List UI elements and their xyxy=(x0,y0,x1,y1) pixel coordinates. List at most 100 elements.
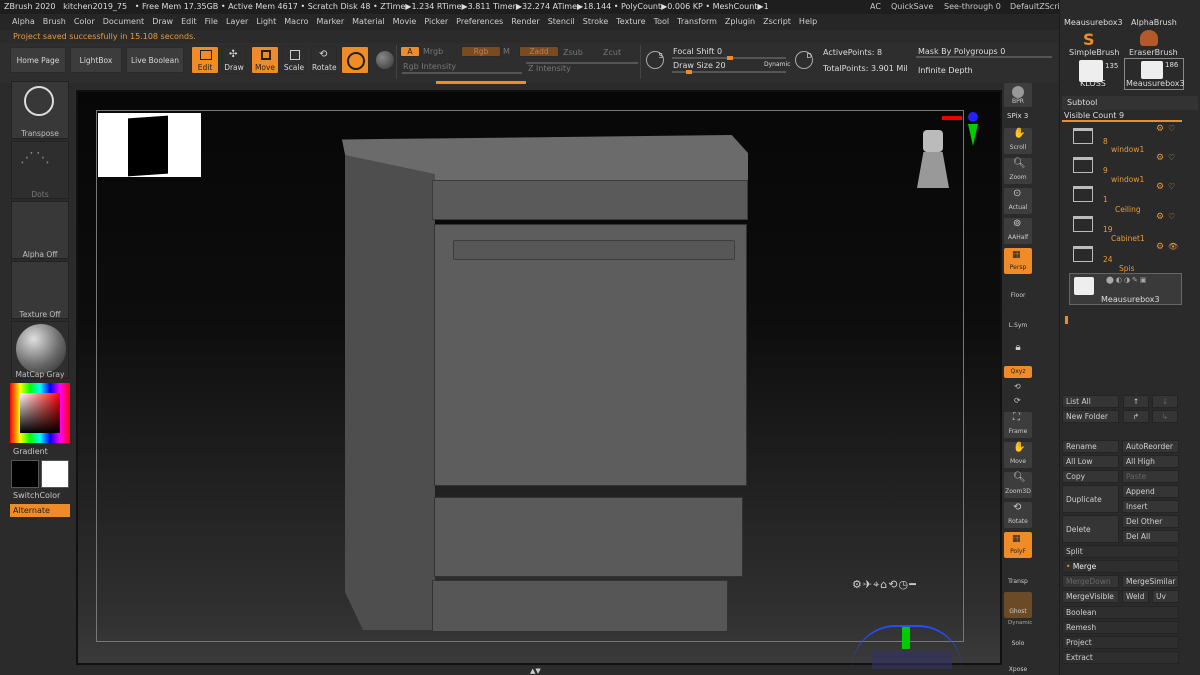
duplicate-button[interactable]: Duplicate xyxy=(1062,485,1119,513)
current-tool-label[interactable]: Meausurebox3 xyxy=(1064,18,1123,27)
zoom3d-button[interactable]: 🔍︎ Zoom3D xyxy=(1004,472,1032,498)
merge-header[interactable]: • Merge xyxy=(1062,560,1179,573)
menu-item[interactable]: Document xyxy=(103,17,144,26)
menu-item[interactable]: Picker xyxy=(424,17,448,26)
subtool-name[interactable]: Spis xyxy=(1119,264,1135,273)
draw-button[interactable]: ✣ Draw xyxy=(222,46,246,74)
xpose-button[interactable]: Xpose xyxy=(1004,655,1032,675)
secondary-color-swatch[interactable] xyxy=(41,460,69,488)
menu-item[interactable]: Texture xyxy=(616,17,645,26)
floor-button[interactable]: Floor xyxy=(1004,280,1032,306)
menu-item[interactable]: Preferences xyxy=(456,17,503,26)
eraserbrush-label[interactable]: EraserBrush xyxy=(1129,48,1178,57)
menu-item[interactable]: Movie xyxy=(393,17,417,26)
remesh-header[interactable]: Remesh xyxy=(1062,621,1179,634)
mergedown-button[interactable]: MergeDown xyxy=(1062,575,1119,588)
all-high-button[interactable]: All High xyxy=(1122,455,1179,468)
quicksave-button[interactable]: QuickSave xyxy=(891,0,933,14)
menu-item[interactable]: Material xyxy=(352,17,385,26)
m-button[interactable]: M xyxy=(503,47,510,56)
menu-item[interactable]: Alpha xyxy=(12,17,35,26)
subtool-toggles-icon[interactable]: ⬤◐◑✎▣ xyxy=(1106,276,1149,284)
alternate-button[interactable]: Alternate xyxy=(10,504,70,517)
menu-item[interactable]: Render xyxy=(511,17,539,26)
color-square[interactable] xyxy=(20,393,60,433)
draw-size-track[interactable] xyxy=(672,70,786,74)
persp-button[interactable]: ▦ Persp xyxy=(1004,248,1032,274)
zsub-button[interactable]: Zsub xyxy=(563,48,583,57)
menu-item[interactable]: Light xyxy=(256,17,276,26)
folder-icon[interactable] xyxy=(1073,246,1093,262)
gizmo-button[interactable] xyxy=(341,46,369,74)
all-low-button[interactable]: All Low xyxy=(1062,455,1119,468)
menu-item[interactable]: Stencil xyxy=(548,17,575,26)
folder-icon[interactable] xyxy=(1073,216,1093,232)
meausurebox3-tile[interactable]: 186 Meausurebox3 xyxy=(1124,58,1185,90)
lightbox-button[interactable]: LightBox xyxy=(70,47,122,73)
menu-item[interactable]: Color xyxy=(74,17,95,26)
d-button[interactable]: D xyxy=(795,51,813,69)
z-intensity-slider[interactable]: Z Intensity xyxy=(528,64,571,73)
s-button[interactable]: S xyxy=(646,51,664,69)
sphere-icon[interactable] xyxy=(376,51,394,69)
menu-item[interactable]: Brush xyxy=(43,17,66,26)
mergevisible-button[interactable]: MergeVisible xyxy=(1062,590,1119,603)
rotate-y-icon[interactable]: ⟲ xyxy=(1014,382,1021,391)
subtool-name[interactable]: Cabinet1 xyxy=(1111,234,1145,243)
append-button[interactable]: Append xyxy=(1122,485,1179,498)
actual-button[interactable]: ⊙ Actual xyxy=(1004,188,1032,214)
copy-button[interactable]: Copy xyxy=(1062,470,1119,483)
focal-shift-thumb[interactable] xyxy=(727,56,733,60)
menu-item[interactable]: Stroke xyxy=(583,17,609,26)
extract-header[interactable]: Extract xyxy=(1062,651,1179,664)
home-page-button[interactable]: Home Page xyxy=(10,47,66,73)
zadd-button[interactable]: Zadd xyxy=(519,46,559,57)
gizmo-tools-icons[interactable]: ⚙✈⌖⌂⟲◷━ xyxy=(852,578,917,592)
dynamic-label[interactable]: Dynamic xyxy=(1008,620,1032,626)
dynamic-toggle[interactable]: Dynamic xyxy=(764,61,790,68)
menu-item[interactable]: Layer xyxy=(226,17,248,26)
rotate-view-button[interactable]: ⟲ Rotate xyxy=(1004,502,1032,528)
gear-icon[interactable]: ⚙ xyxy=(1156,182,1164,192)
spix-slider[interactable]: SPix 3 xyxy=(1007,112,1028,120)
rename-button[interactable]: Rename xyxy=(1062,440,1119,453)
ac-button[interactable]: AC xyxy=(870,0,881,14)
move-up-icon[interactable]: ↱ xyxy=(1123,410,1149,423)
uv-button[interactable]: Uv xyxy=(1152,590,1179,603)
live-boolean-button[interactable]: Live Boolean xyxy=(126,47,184,73)
bpr-button[interactable]: BPR xyxy=(1004,83,1032,107)
del-other-button[interactable]: Del Other xyxy=(1122,515,1179,528)
mergesimilar-button[interactable]: MergeSimilar xyxy=(1122,575,1179,588)
zcut-button[interactable]: Zcut xyxy=(603,48,621,57)
project-header[interactable]: Project xyxy=(1062,636,1179,649)
aahalf-button[interactable]: ⊚ AAHalf xyxy=(1004,218,1032,244)
boolean-header[interactable]: Boolean xyxy=(1062,606,1179,619)
primary-color-swatch[interactable] xyxy=(11,460,39,488)
folder-icon[interactable] xyxy=(1073,157,1093,173)
menu-item[interactable]: Tool xyxy=(654,17,670,26)
navigator-thumbnail[interactable] xyxy=(98,113,201,177)
qxyz-button[interactable]: Qxyz xyxy=(1004,366,1032,378)
subtool-name[interactable]: window1 xyxy=(1111,145,1144,154)
selected-subtool[interactable]: ⬤◐◑✎▣ Meausurebox3 xyxy=(1069,273,1182,305)
rgb-intensity-slider[interactable]: Rgb Intensity xyxy=(403,62,456,71)
arrow-down-icon[interactable]: ↓ xyxy=(1152,395,1178,408)
paste-button[interactable]: Paste xyxy=(1122,470,1179,483)
visible-count-track[interactable] xyxy=(1062,120,1182,122)
menu-item[interactable]: Macro xyxy=(284,17,308,26)
menu-item[interactable]: Transform xyxy=(677,17,717,26)
list-all-button[interactable]: List All xyxy=(1062,395,1119,408)
focal-shift-slider[interactable]: Focal Shift 0 xyxy=(673,47,722,56)
infinite-depth-button[interactable]: Infinite Depth xyxy=(918,66,973,75)
split-header[interactable]: Split xyxy=(1062,545,1179,558)
delete-button[interactable]: Delete xyxy=(1062,515,1119,543)
solo-button[interactable]: Solo xyxy=(1004,627,1032,653)
insert-button[interactable]: Insert xyxy=(1122,500,1179,513)
focal-shift-track[interactable] xyxy=(672,56,786,60)
folder-icon[interactable] xyxy=(1073,128,1093,144)
lock-button[interactable]: 🔒︎ xyxy=(1004,340,1032,366)
axis-gizmo-icon[interactable] xyxy=(942,112,978,148)
ghost-button[interactable]: Ghost xyxy=(1004,592,1032,618)
weld-button[interactable]: Weld xyxy=(1122,590,1149,603)
new-folder-button[interactable]: New Folder xyxy=(1062,410,1119,423)
